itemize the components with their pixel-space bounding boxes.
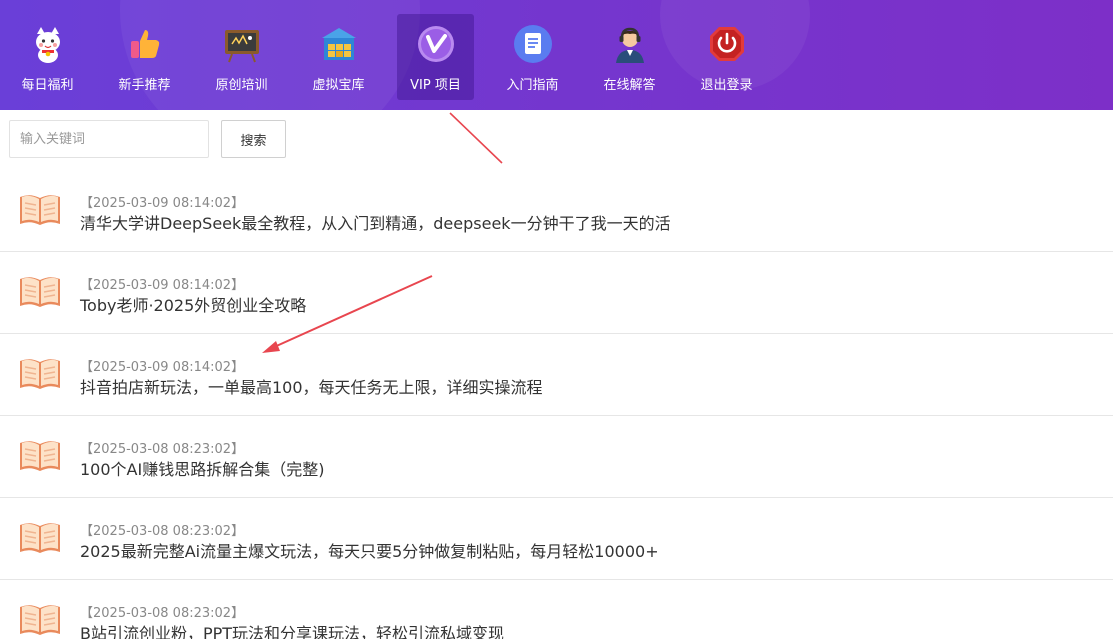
item-title[interactable]: 清华大学讲DeepSeek最全教程，从入门到精通，deepseek一分钟干了我一… — [80, 210, 671, 234]
book-icon — [20, 605, 60, 635]
item-date: 【2025-03-08 08:23:02】 — [80, 606, 245, 621]
list-item[interactable]: 【2025-03-08 08:23:02】 2025最新完整Ai流量主爆文玩法，… — [0, 498, 1113, 580]
nav-item-beginner-recommend[interactable]: 新手推荐 — [106, 14, 183, 100]
nav-label: 原创培训 — [215, 78, 268, 93]
top-navigation: 每日福利 新手推荐 原创培训 虚拟宝库 VIP 项目 入门指南 在线解答 退出登… — [0, 0, 1113, 110]
nav-label: 在线解答 — [603, 78, 656, 93]
nav-item-online-answer[interactable]: 在线解答 — [591, 14, 668, 100]
thumbs-up-icon — [125, 24, 165, 64]
article-list: 【2025-03-09 08:14:02】 清华大学讲DeepSeek最全教程，… — [0, 170, 1113, 639]
list-item[interactable]: 【2025-03-08 08:23:02】 100个AI赚钱思路拆解合集（完整) — [0, 416, 1113, 498]
nav-item-virtual-treasury[interactable]: 虚拟宝库 — [300, 14, 377, 100]
nav-label: 新手推荐 — [118, 78, 171, 93]
item-title[interactable]: 抖音拍店新玩法，一单最高100，每天任务无上限，详细实操流程 — [80, 374, 543, 398]
annotation-line — [449, 112, 503, 164]
nav-label: 退出登录 — [700, 78, 753, 93]
item-date: 【2025-03-09 08:14:02】 — [80, 360, 245, 375]
vip-icon — [416, 24, 456, 64]
book-icon — [20, 359, 60, 389]
item-title[interactable]: B站引流创业粉，PPT玩法和分享课玩法，轻松引流私域变现 — [80, 620, 504, 639]
list-item[interactable]: 【2025-03-09 08:14:02】 Toby老师·2025外贸创业全攻略 — [0, 252, 1113, 334]
document-icon — [513, 24, 553, 64]
lucky-cat-icon — [28, 24, 68, 64]
book-icon — [20, 523, 60, 553]
book-icon — [20, 195, 60, 225]
item-date: 【2025-03-08 08:23:02】 — [80, 442, 245, 457]
nav-item-vip-project[interactable]: VIP 项目 — [397, 14, 474, 100]
nav-label: 入门指南 — [506, 78, 559, 93]
nav-item-logout[interactable]: 退出登录 — [688, 14, 765, 100]
book-icon — [20, 277, 60, 307]
item-title[interactable]: 100个AI赚钱思路拆解合集（完整) — [80, 456, 324, 480]
item-date: 【2025-03-08 08:23:02】 — [80, 524, 245, 539]
search-input[interactable] — [9, 120, 209, 158]
power-icon — [707, 24, 747, 64]
support-agent-icon — [610, 24, 650, 64]
nav-item-daily-welfare[interactable]: 每日福利 — [9, 14, 86, 100]
list-item[interactable]: 【2025-03-09 08:14:02】 清华大学讲DeepSeek最全教程，… — [0, 170, 1113, 252]
item-title[interactable]: Toby老师·2025外贸创业全攻略 — [80, 292, 306, 316]
list-item[interactable]: 【2025-03-09 08:14:02】 抖音拍店新玩法，一单最高100，每天… — [0, 334, 1113, 416]
nav-item-original-training[interactable]: 原创培训 — [203, 14, 280, 100]
search-button[interactable]: 搜索 — [221, 120, 286, 158]
nav-label: 虚拟宝库 — [312, 78, 365, 93]
warehouse-icon — [319, 24, 359, 64]
nav-label: VIP 项目 — [410, 78, 461, 93]
blackboard-icon — [222, 24, 262, 64]
item-title[interactable]: 2025最新完整Ai流量主爆文玩法，每天只要5分钟做复制粘贴，每月轻松10000… — [80, 538, 659, 562]
item-date: 【2025-03-09 08:14:02】 — [80, 278, 245, 293]
book-icon — [20, 441, 60, 471]
nav-label: 每日福利 — [21, 78, 74, 93]
nav-item-getting-started[interactable]: 入门指南 — [494, 14, 571, 100]
list-item[interactable]: 【2025-03-08 08:23:02】 B站引流创业粉，PPT玩法和分享课玩… — [0, 580, 1113, 639]
item-date: 【2025-03-09 08:14:02】 — [80, 196, 245, 211]
